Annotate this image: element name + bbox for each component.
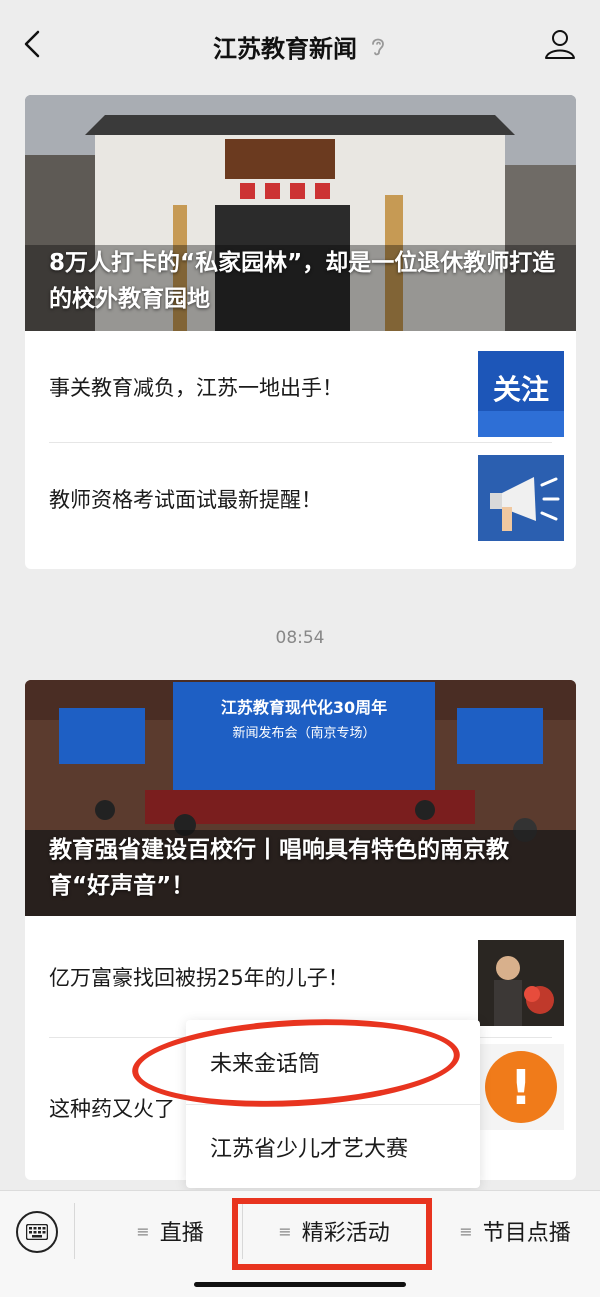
- divider: [426, 1203, 427, 1259]
- thumbnail: 关注: [478, 351, 564, 437]
- submenu-popup: 未来金话筒 江苏省少儿才艺大赛: [186, 1020, 480, 1188]
- hero-article[interactable]: 江苏教育现代化30周年 新闻发布会（南京专场） 教育强省建设百校行丨唱响具有特色…: [25, 680, 576, 916]
- hero-article[interactable]: 8万人打卡的“私家园林”，却是一位退休教师打造的校外教育园地: [25, 95, 576, 331]
- thumbnail: [478, 940, 564, 1026]
- time-separator: 08:54: [275, 628, 325, 648]
- menu-item-activities[interactable]: ≡ 精彩活动: [244, 1205, 424, 1257]
- submenu-item-future-microphone[interactable]: 未来金话筒: [186, 1020, 480, 1104]
- divider: [242, 1203, 243, 1259]
- list-item-title: 亿万富豪找回被拐25年的儿子！: [49, 965, 349, 990]
- divider: [74, 1203, 75, 1259]
- article-card: 8万人打卡的“私家园林”，却是一位退休教师打造的校外教育园地 事关教育减负，江苏…: [25, 95, 576, 569]
- person-icon[interactable]: [542, 26, 578, 62]
- home-indicator: [194, 1282, 406, 1287]
- hero-title: 教育强省建设百校行丨唱响具有特色的南京教育“好声音”！: [49, 837, 509, 899]
- menu-item-label: 直播: [159, 1221, 204, 1246]
- list-item[interactable]: 事关教育减负，江苏一地出手！ 关注: [49, 331, 564, 443]
- ear-icon: [372, 38, 384, 56]
- title-bar: 江苏教育新闻: [0, 28, 600, 64]
- menu-item-label: 精彩活动: [301, 1221, 390, 1246]
- menu-item-label: 节目点播: [482, 1221, 571, 1246]
- list-item-title: 事关教育减负，江苏一地出手！: [49, 375, 343, 400]
- list-item-title: 教师资格考试面试最新提醒！: [49, 488, 322, 512]
- list-item[interactable]: 教师资格考试面试最新提醒！: [49, 443, 564, 555]
- menu-lines-icon: ≡: [459, 1221, 473, 1241]
- submenu-item-talent-contest[interactable]: 江苏省少儿才艺大赛: [186, 1104, 480, 1188]
- hero-banner-line: 江苏教育现代化30周年: [220, 698, 388, 717]
- warning-thumbnail: !: [478, 1044, 564, 1130]
- thumbnail-label: !: [510, 1060, 532, 1116]
- megaphone-thumbnail: [478, 455, 564, 541]
- keyboard-icon[interactable]: [16, 1211, 58, 1253]
- hero-banner-line: 新闻发布会（南京专场）: [232, 726, 376, 741]
- menu-lines-icon: ≡: [278, 1221, 292, 1241]
- hero-title: 8万人打卡的“私家园林”，却是一位退休教师打造的校外教育园地: [49, 250, 556, 312]
- thumbnail-label: 关注: [493, 373, 549, 406]
- menu-lines-icon: ≡: [136, 1221, 150, 1241]
- bottom-menu-bar: ≡ 直播 ≡ 精彩活动 ≡ 节目点播: [0, 1190, 600, 1297]
- page-title: 江苏教育新闻: [213, 34, 357, 63]
- chat-header: 江苏教育新闻: [0, 0, 600, 82]
- menu-item-live[interactable]: ≡ 直播: [100, 1205, 240, 1257]
- menu-item-on-demand[interactable]: ≡ 节目点播: [430, 1205, 600, 1257]
